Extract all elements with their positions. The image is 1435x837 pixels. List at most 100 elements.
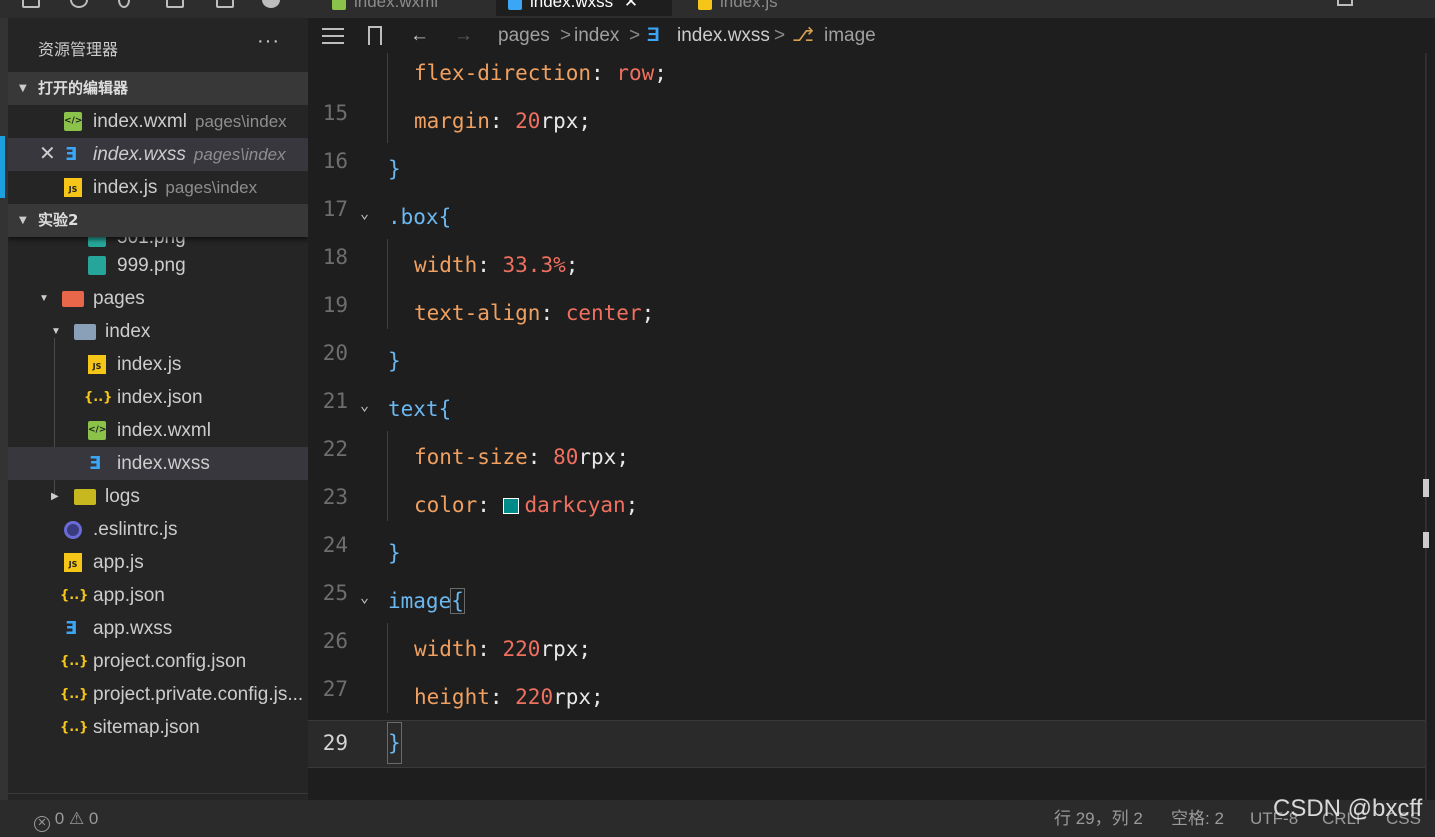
matching-brace: {	[450, 588, 465, 614]
tree-item-selected[interactable]: Ǝ index.wxss	[8, 447, 308, 480]
js-file-icon	[698, 0, 712, 10]
tree-item[interactable]: JS index.js	[8, 348, 308, 381]
back-arrow-icon[interactable]: ←	[410, 18, 429, 53]
layout-icon[interactable]	[166, 0, 184, 8]
folder-icon	[74, 489, 96, 505]
code-line[interactable]: 18 ⌄ .box{	[308, 197, 1426, 269]
tab-index-js[interactable]: index.js	[686, 0, 790, 16]
code-line[interactable]: 22 ⌄ text{	[308, 389, 1426, 461]
code-line[interactable]: 28 height: 220rpx;	[308, 677, 1426, 749]
wxss-file-icon: Ǝ	[647, 25, 660, 46]
bookmark-icon[interactable]	[368, 26, 382, 45]
code-editor[interactable]: 15 flex-direction: row; 16 margin: 20rpx…	[308, 53, 1435, 800]
indentation-setting[interactable]: 空格: 2	[1171, 800, 1224, 837]
split-editor-icon[interactable]	[1337, 0, 1353, 6]
code-line[interactable]: 24 color: darkcyan;	[308, 485, 1426, 557]
open-editor-item-active[interactable]: ✕ Ǝ index.wxss pages\index	[8, 138, 308, 171]
breadcrumb-separator: >	[774, 25, 786, 46]
breadcrumb-separator: >	[629, 25, 641, 46]
code-line[interactable]: 26 ⌄ image{	[308, 581, 1426, 653]
breadcrumb-item[interactable]: index.wxss	[677, 18, 770, 53]
tree-item[interactable]: ▼ pages	[8, 282, 308, 315]
tree-item[interactable]: {..} project.config.json	[8, 645, 308, 678]
wxss-file-icon: Ǝ	[64, 144, 78, 165]
open-editors-header[interactable]: ▼ 打开的编辑器	[8, 72, 308, 105]
warning-icon: ⚠	[68, 809, 85, 828]
list-icon[interactable]	[322, 28, 344, 44]
problems-indicator[interactable]: ✕ 0 ⚠ 0	[34, 800, 98, 837]
matching-brace: }	[387, 722, 402, 764]
vertical-scrollbar[interactable]	[1423, 53, 1435, 800]
json-file-icon: {..}	[60, 687, 89, 702]
chevron-right-icon: ▶	[51, 491, 59, 502]
code-line[interactable]: 16 margin: 20rpx;	[308, 101, 1426, 173]
breadcrumb-item[interactable]: image	[824, 18, 876, 53]
breadcrumb-item[interactable]: index	[574, 18, 619, 53]
close-tab-icon[interactable]: ✕	[624, 0, 638, 11]
scroll-thumb[interactable]	[1423, 532, 1429, 548]
color-swatch[interactable]	[502, 498, 519, 514]
wxss-file-icon	[508, 0, 522, 10]
tab-index-wxml[interactable]: index.wxml	[320, 0, 450, 16]
explorer-icon[interactable]	[22, 0, 40, 8]
open-editor-item[interactable]: JS index.js pages\index	[8, 171, 308, 204]
watermark: CSDN @bxcff	[1273, 795, 1423, 822]
code-line[interactable]: 17 }	[308, 149, 1426, 221]
wxss-file-icon: Ǝ	[64, 618, 78, 639]
chevron-down-icon: ▼	[51, 326, 61, 337]
cursor-position[interactable]: 行 29，列 2	[1054, 800, 1143, 837]
tab-index-wxss[interactable]: index.wxss ✕	[496, 0, 672, 16]
wxml-file-icon	[332, 0, 346, 10]
chevron-down-icon[interactable]: ⌄	[360, 385, 369, 425]
symbol-class-icon: ⎇	[792, 25, 814, 46]
js-file-icon: JS	[88, 355, 106, 374]
panel-icon[interactable]	[216, 0, 234, 8]
tree-item[interactable]: {..} project.private.config.js...	[8, 678, 308, 711]
sidebar-title: 资源管理器	[38, 40, 119, 59]
code-line[interactable]: 20 text-align: center;	[308, 293, 1426, 365]
status-bar: ✕ 0 ⚠ 0 行 29，列 2 空格: 2 UTF-8 CRLF CSS	[0, 800, 1435, 837]
tree-item[interactable]: JS app.js	[8, 546, 308, 579]
json-file-icon: {..}	[84, 390, 113, 405]
tree-item[interactable]: {..} app.json	[8, 579, 308, 612]
tree-item[interactable]: Ǝ app.wxss	[8, 612, 308, 645]
tree-item[interactable]: ▼ index	[8, 315, 308, 348]
title-tab-strip: index.wxml index.wxss ✕ index.js	[0, 0, 1435, 18]
search-icon[interactable]	[70, 0, 88, 8]
close-icon[interactable]: ✕	[39, 138, 56, 171]
more-actions-button[interactable]: ···	[257, 30, 280, 53]
folder-icon	[62, 291, 84, 307]
json-file-icon: {..}	[60, 720, 89, 735]
chevron-down-icon[interactable]: ⌄	[360, 193, 369, 233]
tree-item[interactable]: {..} index.json	[8, 381, 308, 414]
code-line[interactable]: 23 font-size: 80rpx;	[308, 437, 1426, 509]
settings-icon[interactable]	[262, 0, 280, 8]
wxml-file-icon: </>	[64, 112, 82, 131]
code-line[interactable]: 21 }	[308, 341, 1426, 413]
breadcrumb-separator: >	[560, 25, 572, 46]
open-editor-item[interactable]: </> index.wxml pages\index	[8, 105, 308, 138]
tree-item[interactable]: ▶ logs	[8, 480, 308, 513]
chevron-down-icon[interactable]: ⌄	[360, 577, 369, 617]
code-line[interactable]: 15 flex-direction: row;	[308, 53, 1426, 125]
chevron-down-icon: ▼	[39, 293, 49, 304]
wxml-file-icon: </>	[88, 421, 106, 440]
debug-icon[interactable]	[118, 0, 130, 8]
code-line-current[interactable]: 29 }	[308, 720, 1426, 768]
tree-item[interactable]: </> index.wxml	[8, 414, 308, 447]
json-file-icon: {..}	[60, 654, 89, 669]
forward-arrow-icon[interactable]: →	[454, 18, 473, 53]
code-line[interactable]: 27 width: 220rpx;	[308, 629, 1426, 701]
breadcrumb-item[interactable]: pages	[498, 18, 550, 53]
code-line[interactable]: 25 }	[308, 533, 1426, 605]
code-line[interactable]: 19 width: 33.3%;	[308, 245, 1426, 317]
project-header[interactable]: ▼ 实验2	[8, 204, 308, 237]
tree-item[interactable]: .eslintrc.js	[8, 513, 308, 546]
tree-item[interactable]: 999.png	[8, 249, 308, 282]
tree-item[interactable]: {..} sitemap.json	[8, 711, 308, 744]
eslint-file-icon	[64, 521, 82, 539]
folder-open-icon	[74, 324, 96, 340]
json-file-icon: {..}	[60, 588, 89, 603]
chevron-down-icon: ▼	[19, 83, 27, 94]
breadcrumb: ← → pages > index > Ǝ index.wxss > ⎇ ima…	[308, 18, 1435, 53]
